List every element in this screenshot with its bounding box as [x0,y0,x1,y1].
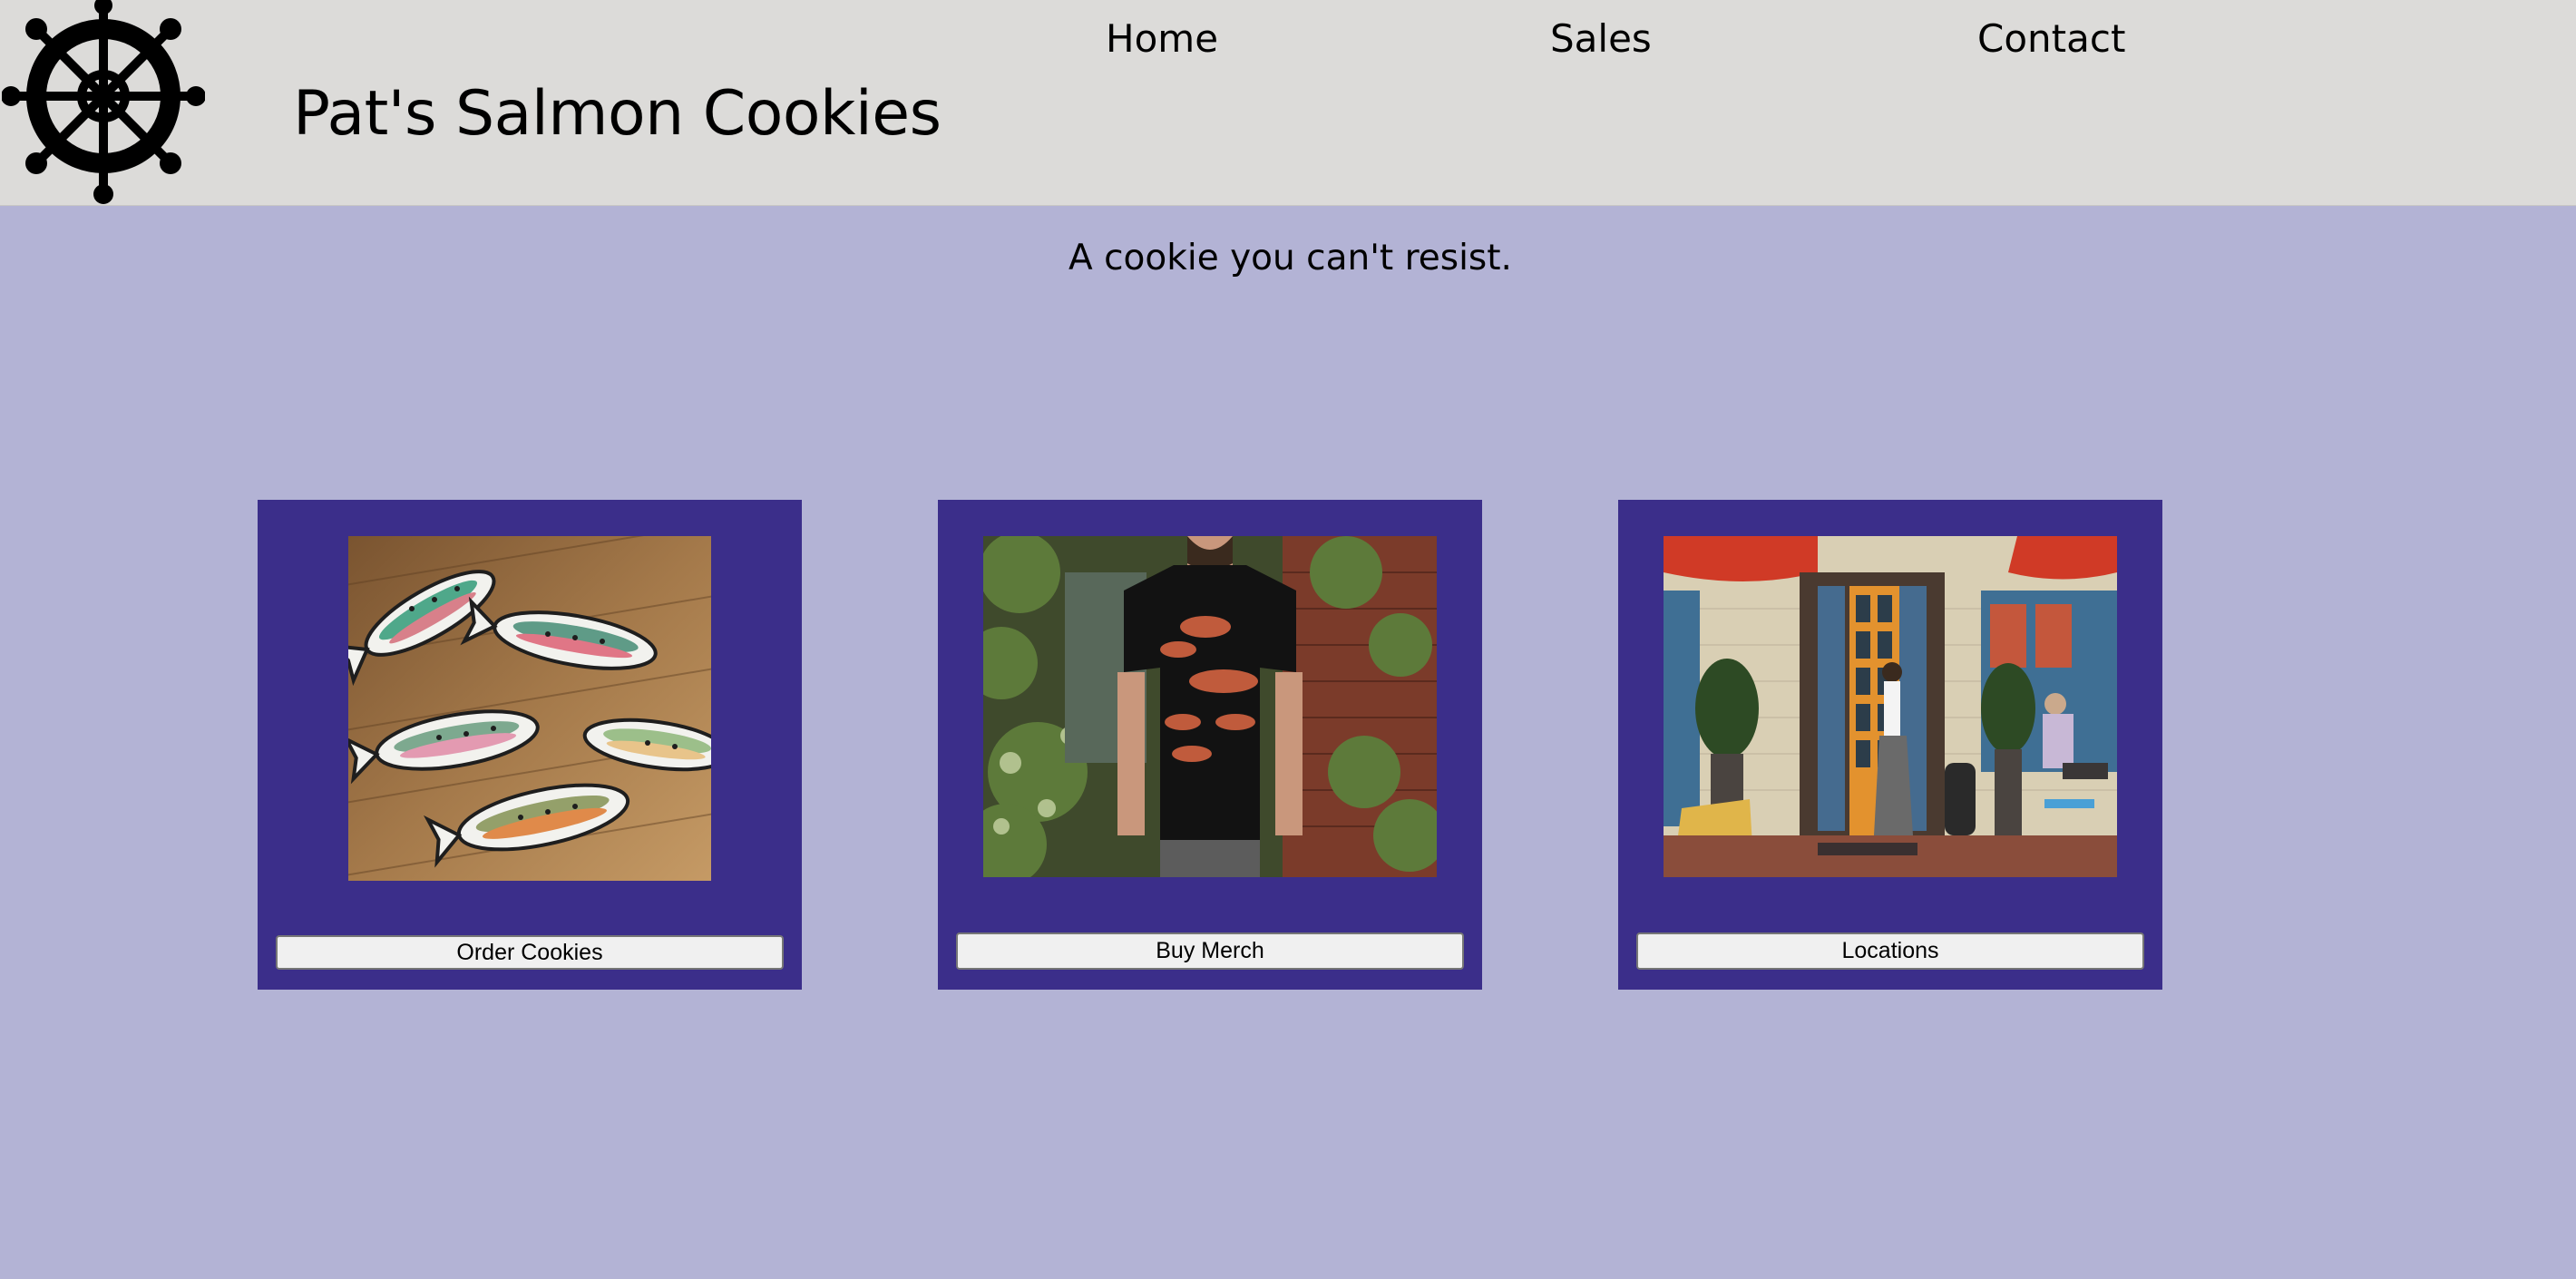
site-header: Pat's Salmon Cookies Home Sales Contact [0,0,2576,206]
locations-button[interactable]: Locations [1636,932,2144,970]
ship-wheel-icon[interactable] [1,0,206,205]
buy-merch-card: Buy Merch [938,500,1482,990]
buy-merch-button[interactable]: Buy Merch [956,932,1464,970]
tagline: A cookie you can't resist. [1068,238,1512,278]
order-cookies-card: Order Cookies [258,500,802,990]
storefront-photo [1664,536,2117,877]
nav-sales-link[interactable]: Sales [1550,20,1652,58]
nav-contact-link[interactable]: Contact [1977,20,2125,58]
salmon-cookies-photo [348,536,711,881]
locations-card: Locations [1618,500,2162,990]
salmon-tshirt-photo [983,536,1437,877]
nav-home-link[interactable]: Home [1106,20,1218,58]
order-cookies-button[interactable]: Order Cookies [276,935,784,970]
brand-title: Pat's Salmon Cookies [293,78,942,150]
